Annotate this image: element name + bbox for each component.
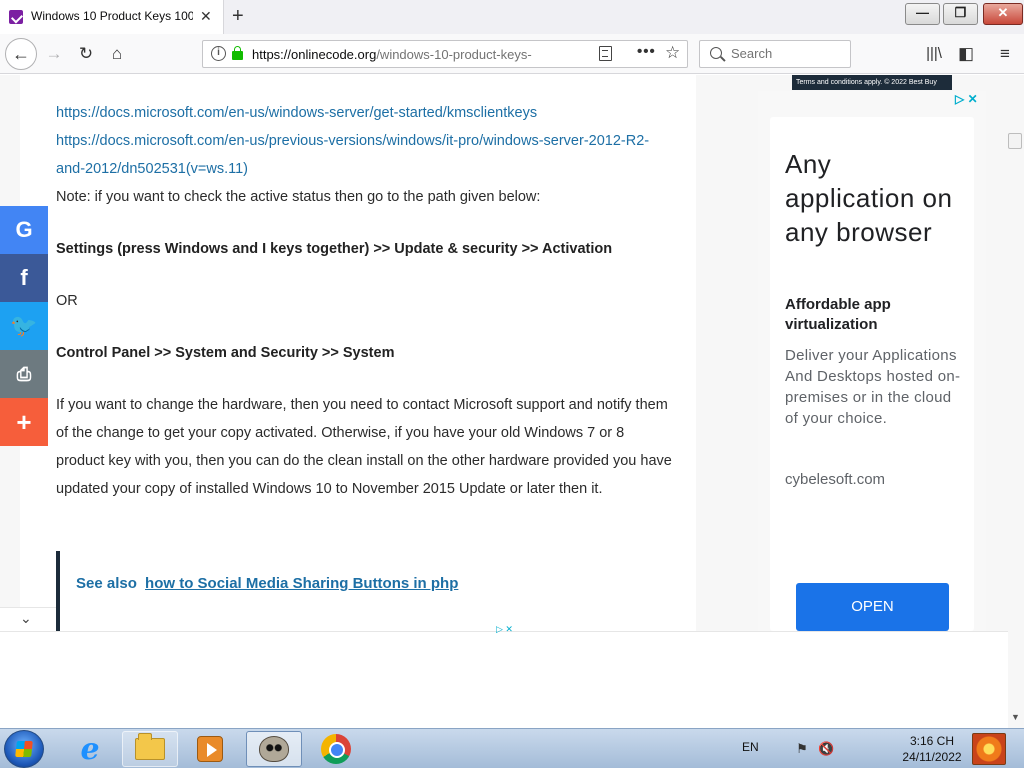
search-box[interactable] bbox=[699, 40, 851, 68]
menu-button[interactable]: ≡ bbox=[993, 42, 1017, 66]
article-body: https://docs.microsoft.com/en-us/windows… bbox=[20, 75, 696, 631]
browser-titlebar: Windows 10 Product Keys 100% ✕ + — ❐ ✕ bbox=[0, 0, 1024, 34]
forward-arrow-icon: → bbox=[45, 44, 63, 63]
close-icon: ✕ bbox=[997, 5, 1009, 20]
hamburger-menu-icon: ≡ bbox=[1000, 44, 1010, 63]
site-favicon-icon bbox=[9, 10, 23, 24]
clock[interactable]: 3:16 CH 24/11/2022 bbox=[898, 733, 966, 765]
see-also: See also how to Social Media Sharing But… bbox=[76, 575, 458, 592]
taskbar-explorer[interactable] bbox=[122, 731, 178, 767]
home-button[interactable]: ⌂ bbox=[105, 42, 129, 66]
minimize-icon: — bbox=[916, 5, 929, 20]
window-minimize-button[interactable]: — bbox=[905, 3, 940, 25]
note-text: Note: if you want to check the active st… bbox=[56, 189, 541, 205]
clock-date: 24/11/2022 bbox=[902, 750, 962, 764]
page-viewport: https://docs.microsoft.com/en-us/windows… bbox=[0, 75, 1024, 728]
browser-tab-active[interactable]: Windows 10 Product Keys 100% ✕ bbox=[0, 0, 224, 34]
plus-icon: + bbox=[16, 406, 32, 437]
library-button[interactable]: |||\ bbox=[922, 42, 946, 66]
sidebar-button[interactable]: ◧ bbox=[954, 42, 978, 66]
ad-subheadline[interactable]: Affordable app virtualization bbox=[785, 295, 965, 335]
taskbar-media-player[interactable] bbox=[182, 731, 238, 767]
back-button[interactable]: ← bbox=[5, 38, 37, 70]
scrollbar-thumb[interactable] bbox=[1008, 133, 1022, 149]
windows-server-2012-link[interactable]: https://docs.microsoft.com/en-us/previou… bbox=[56, 133, 649, 177]
raccoon-app-icon bbox=[259, 736, 289, 762]
search-icon bbox=[710, 47, 722, 59]
sidebar-icon: ◧ bbox=[957, 44, 975, 63]
language-indicator[interactable]: EN bbox=[742, 740, 759, 754]
library-icon: |||\ bbox=[926, 45, 942, 62]
tab-close-button[interactable]: ✕ bbox=[200, 8, 212, 25]
chevron-down-icon: ⌄ bbox=[20, 610, 32, 626]
bookmark-star-icon[interactable]: ☆ bbox=[665, 43, 680, 63]
volume-muted-icon[interactable]: 🔇 bbox=[818, 741, 834, 757]
secure-lock-icon[interactable] bbox=[232, 46, 243, 60]
show-desktop-flower-icon[interactable] bbox=[972, 733, 1006, 765]
new-tab-button[interactable]: + bbox=[232, 5, 244, 28]
bottom-sticky-ad: ▷ ✕ bbox=[0, 624, 1008, 728]
forward-button[interactable]: → bbox=[42, 42, 66, 66]
reader-view-icon[interactable] bbox=[599, 46, 612, 61]
media-player-icon bbox=[197, 736, 223, 762]
start-button[interactable] bbox=[4, 730, 44, 768]
ad-open-button[interactable]: OPEN bbox=[796, 583, 949, 631]
share-google-button[interactable]: G bbox=[0, 206, 48, 254]
ad-choices-icon[interactable]: ▷ ✕ bbox=[955, 92, 978, 106]
ad-body-text[interactable]: Deliver your Applications And Desktops h… bbox=[785, 345, 965, 429]
see-also-label: See also bbox=[76, 575, 137, 592]
bottom-ad-choices-icon[interactable]: ▷ ✕ bbox=[496, 624, 513, 635]
ad-domain[interactable]: cybelesoft.com bbox=[785, 471, 885, 488]
ad-headline[interactable]: Any application on any browser bbox=[785, 147, 965, 249]
clock-time: 3:16 CH bbox=[909, 734, 955, 748]
back-arrow-icon: ← bbox=[12, 44, 30, 64]
home-icon: ⌂ bbox=[111, 44, 123, 63]
bottom-ad-collapse-button[interactable]: ⌄ bbox=[0, 607, 56, 631]
restore-icon: ❐ bbox=[954, 5, 967, 20]
folder-icon bbox=[135, 733, 165, 760]
settings-path: Settings (press Windows and I keys toget… bbox=[56, 241, 613, 257]
share-print-button[interactable]: ⎙ bbox=[0, 350, 48, 398]
or-text: OR bbox=[56, 293, 78, 309]
reload-icon: ↻ bbox=[78, 44, 94, 63]
internet-explorer-icon: e bbox=[80, 731, 100, 767]
print-icon: ⎙ bbox=[16, 363, 32, 384]
window-maximize-button[interactable]: ❐ bbox=[943, 3, 978, 25]
url-host: https://onlinecode.org bbox=[252, 47, 377, 62]
control-panel-path: Control Panel >> System and Security >> … bbox=[56, 345, 395, 361]
taskbar-chrome[interactable] bbox=[308, 731, 364, 767]
hardware-paragraph: If you want to change the hardware, then… bbox=[56, 397, 672, 497]
share-facebook-button[interactable]: f bbox=[0, 254, 48, 302]
social-share-bar: G f 🐦 ⎙ + bbox=[0, 206, 48, 446]
share-twitter-button[interactable]: 🐦 bbox=[0, 302, 48, 350]
site-info-icon[interactable]: i bbox=[211, 46, 226, 61]
page-actions-icon[interactable]: ••• bbox=[637, 43, 656, 60]
article-content: https://docs.microsoft.com/en-us/windows… bbox=[56, 99, 672, 503]
search-input[interactable] bbox=[731, 46, 841, 61]
facebook-icon: f bbox=[20, 265, 28, 290]
share-more-button[interactable]: + bbox=[0, 398, 48, 446]
ad-disclaimer-bar: Terms and conditions apply. © 2022 Best … bbox=[792, 75, 952, 90]
url-path: /windows-10-product-keys- bbox=[376, 47, 532, 62]
action-center-flag-icon[interactable]: ⚑ bbox=[794, 741, 810, 757]
see-also-link[interactable]: how to Social Media Sharing Buttons in p… bbox=[145, 575, 458, 592]
page-scrollbar[interactable] bbox=[1008, 125, 1024, 725]
taskbar-app-raccoon[interactable] bbox=[246, 731, 302, 767]
kms-client-keys-link[interactable]: https://docs.microsoft.com/en-us/windows… bbox=[56, 105, 537, 121]
chrome-icon bbox=[321, 734, 351, 764]
reload-button[interactable]: ↻ bbox=[74, 42, 98, 66]
twitter-icon: 🐦 bbox=[10, 313, 38, 338]
tab-title: Windows 10 Product Keys 100% bbox=[31, 9, 193, 23]
scroll-down-arrow-icon[interactable]: ▼ bbox=[1011, 712, 1020, 722]
window-close-button[interactable]: ✕ bbox=[983, 3, 1023, 25]
see-also-box: See also how to Social Media Sharing But… bbox=[56, 551, 676, 631]
address-url[interactable]: https://onlinecode.org/windows-10-produc… bbox=[252, 47, 562, 62]
taskbar-ie[interactable]: e bbox=[62, 731, 118, 767]
windows-taskbar: e EN ⚑ 🔇 3:16 CH 24/11/2022 bbox=[0, 728, 1024, 768]
google-icon: G bbox=[15, 217, 33, 242]
browser-navbar: ← → ↻ ⌂ i https://onlinecode.org/windows… bbox=[0, 34, 1024, 74]
address-bar[interactable]: i https://onlinecode.org/windows-10-prod… bbox=[202, 40, 688, 68]
